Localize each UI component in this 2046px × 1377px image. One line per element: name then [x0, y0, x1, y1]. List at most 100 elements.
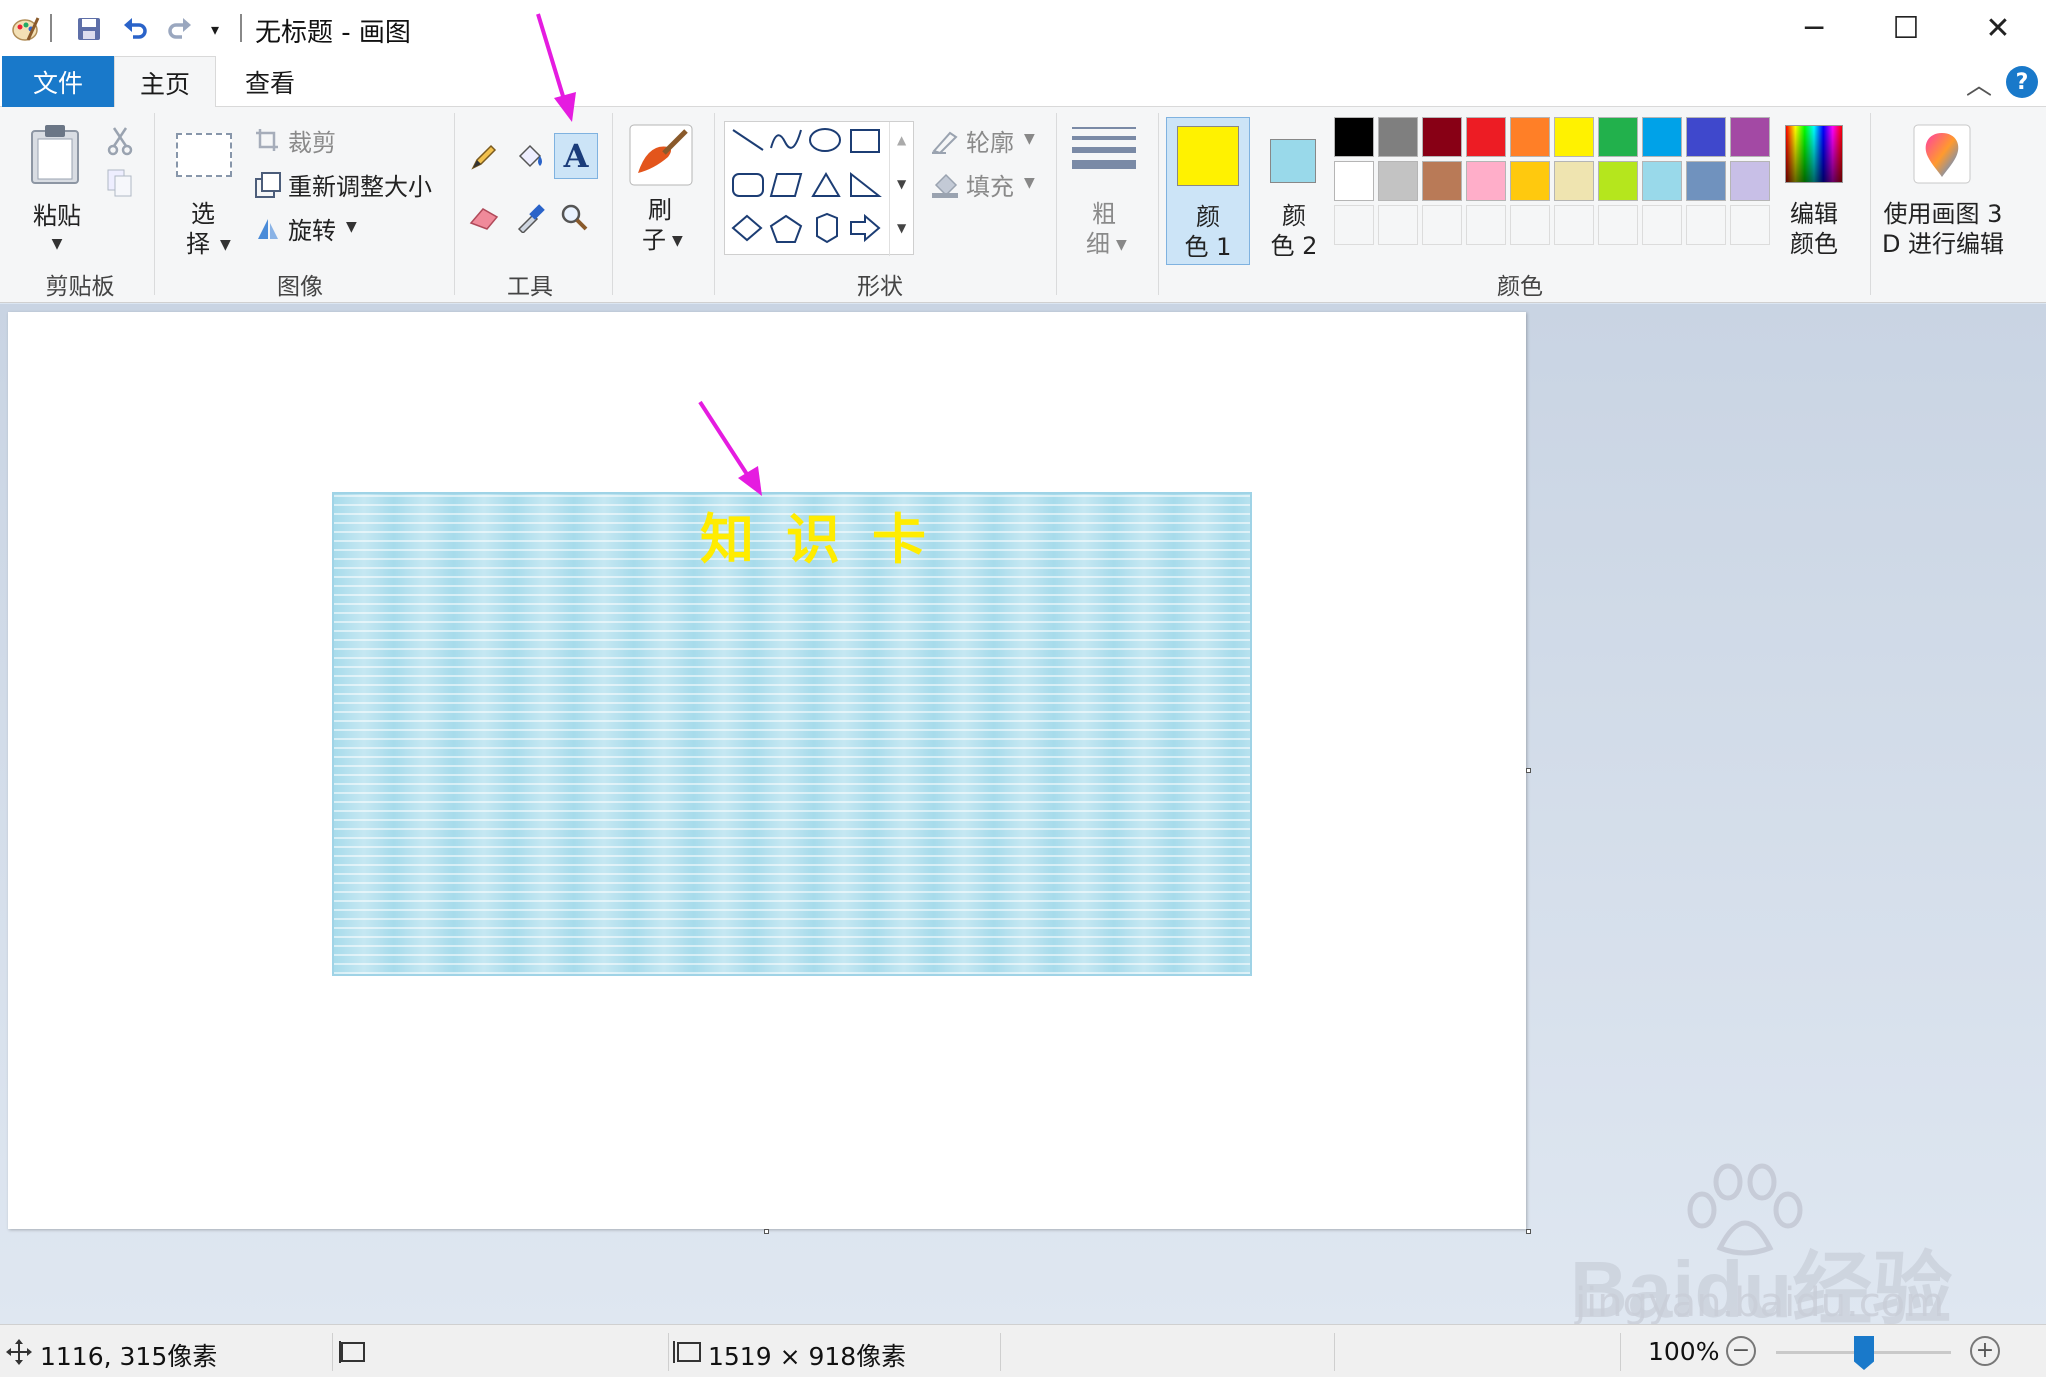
cut-icon[interactable]	[100, 121, 140, 161]
fill-bucket-icon[interactable]	[510, 137, 550, 177]
chevron-down-icon: ▼	[220, 237, 231, 253]
crop-label: 裁剪	[288, 129, 336, 157]
paint-app-icon[interactable]	[8, 12, 42, 46]
cursor-position-icon	[6, 1339, 32, 1365]
color2-swatch	[1270, 139, 1316, 183]
paint3d-icon	[1913, 124, 1971, 184]
palette-swatch[interactable]	[1642, 117, 1682, 157]
tab-view[interactable]: 查看	[216, 56, 324, 107]
pencil-icon[interactable]	[464, 137, 504, 177]
palette-swatch[interactable]	[1642, 161, 1682, 201]
tab-home[interactable]: 主页	[114, 56, 216, 108]
palette-swatch[interactable]	[1598, 117, 1638, 157]
palette-swatch[interactable]	[1554, 117, 1594, 157]
ribbon-tab-bar: 文件 主页 查看 ︿ ?	[0, 56, 2046, 108]
magnifier-icon[interactable]	[554, 197, 594, 237]
size-button[interactable]: 粗 细 ▼	[1066, 121, 1142, 261]
resize-handle-corner[interactable]	[1526, 1229, 1531, 1234]
group-separator	[1870, 113, 1871, 295]
ribbon: 粘贴 ▼ 剪贴板 选 择 ▼ 裁剪 重新调整大小 旋转 ▼ 图像 A 工具 刷 …	[0, 107, 2046, 303]
palette-swatch[interactable]	[1334, 161, 1374, 201]
palette-swatch[interactable]	[1686, 117, 1726, 157]
selection-size-icon	[339, 1341, 365, 1363]
palette-swatch-empty[interactable]	[1686, 205, 1726, 245]
paint3d-label-line2: D 进行编辑	[1881, 230, 2005, 258]
save-icon[interactable]	[72, 12, 106, 46]
text-tool-icon[interactable]: A	[554, 133, 598, 179]
colors-group-label: 颜色	[1497, 274, 1543, 300]
paint3d-label-line1: 使用画图 3	[1883, 200, 2003, 228]
palette-swatch[interactable]	[1334, 117, 1374, 157]
edit-colors-button[interactable]: 编辑 颜色	[1776, 119, 1852, 263]
palette-swatch[interactable]	[1510, 117, 1550, 157]
edit-colors-label-line1: 编辑	[1790, 200, 1838, 228]
palette-swatch[interactable]	[1598, 161, 1638, 201]
palette-swatch[interactable]	[1378, 161, 1418, 201]
copy-icon[interactable]	[100, 163, 140, 203]
palette-swatch[interactable]	[1554, 161, 1594, 201]
palette-swatch-empty[interactable]	[1510, 205, 1550, 245]
svg-text:▼: ▼	[897, 177, 907, 191]
rotate-button[interactable]: 旋转 ▼	[254, 211, 364, 245]
color1-button[interactable]: 颜 色 1	[1166, 117, 1250, 265]
zoom-in-button[interactable]: +	[1970, 1336, 2000, 1366]
chevron-down-icon: ▼	[1024, 175, 1035, 191]
shapes-gallery[interactable]: ▲ ▼ ▼	[724, 121, 914, 256]
palette-swatch-empty[interactable]	[1598, 205, 1638, 245]
palette-swatch-empty[interactable]	[1466, 205, 1506, 245]
tab-file[interactable]: 文件	[2, 56, 114, 107]
chevron-down-icon: ▼	[1116, 237, 1127, 253]
palette-swatch[interactable]	[1686, 161, 1726, 201]
color2-button[interactable]: 颜 色 2	[1252, 117, 1336, 265]
color-picker-icon[interactable]	[510, 197, 550, 237]
size-label-line1: 粗	[1092, 200, 1116, 228]
resize-handle-right[interactable]	[1526, 768, 1531, 773]
resize-handle-bottom[interactable]	[764, 1229, 769, 1234]
maximize-button[interactable]: ☐	[1860, 0, 1952, 56]
title-bar: ▾ 无标题 - 画图 ─ ☐ ✕	[0, 0, 2046, 56]
rotate-icon	[258, 219, 278, 239]
collapse-ribbon-icon[interactable]: ︿	[1962, 66, 1996, 101]
palette-swatch[interactable]	[1730, 161, 1770, 201]
close-button[interactable]: ✕	[1952, 0, 2044, 56]
palette-swatch-empty[interactable]	[1378, 205, 1418, 245]
fill-label: 填充	[966, 173, 1014, 201]
customize-toolbar-icon[interactable]: ▾	[200, 12, 230, 46]
status-bar: 1116, 315像素 1519 × 918像素 100% − +	[0, 1324, 2046, 1377]
image-size-icon	[673, 1341, 701, 1363]
palette-swatch[interactable]	[1730, 117, 1770, 157]
palette-swatch[interactable]	[1378, 117, 1418, 157]
fill-button[interactable]: 填充 ▼	[930, 167, 1040, 201]
svg-text:▼: ▼	[897, 221, 907, 235]
paste-button[interactable]: 粘贴 ▼	[22, 119, 92, 259]
palette-swatch[interactable]	[1422, 161, 1462, 201]
eraser-icon[interactable]	[464, 197, 504, 237]
outline-icon	[932, 131, 958, 155]
palette-swatch-empty[interactable]	[1642, 205, 1682, 245]
palette-swatch[interactable]	[1466, 161, 1506, 201]
palette-swatch[interactable]	[1510, 161, 1550, 201]
separator	[50, 14, 52, 42]
fill-icon	[932, 173, 958, 198]
edit-with-paint3d-button[interactable]: 使用画图 3 D 进行编辑	[1874, 119, 2012, 263]
palette-swatch[interactable]	[1466, 117, 1506, 157]
help-icon[interactable]: ?	[2006, 66, 2038, 98]
resize-button[interactable]: 重新调整大小	[254, 167, 444, 201]
palette-swatch-empty[interactable]	[1422, 205, 1462, 245]
zoom-slider-thumb[interactable]	[1854, 1336, 1874, 1370]
undo-icon[interactable]	[118, 12, 152, 46]
brushes-button[interactable]: 刷 子 ▼	[620, 119, 700, 263]
palette-swatch-empty[interactable]	[1730, 205, 1770, 245]
outline-button[interactable]: 轮廓 ▼	[930, 123, 1040, 157]
palette-swatch[interactable]	[1422, 117, 1462, 157]
color2-label-line2: 色 2	[1270, 232, 1318, 260]
palette-swatch-empty[interactable]	[1334, 205, 1374, 245]
crop-button[interactable]: 裁剪	[254, 123, 374, 157]
rotate-label: 旋转	[288, 217, 336, 245]
minimize-button[interactable]: ─	[1768, 0, 1860, 56]
palette-swatch-empty[interactable]	[1554, 205, 1594, 245]
select-button[interactable]: 选 择 ▼	[170, 123, 236, 263]
zoom-out-button[interactable]: −	[1726, 1336, 1756, 1366]
redo-icon[interactable]	[163, 12, 197, 46]
card-title-text: 知识卡	[700, 507, 958, 571]
